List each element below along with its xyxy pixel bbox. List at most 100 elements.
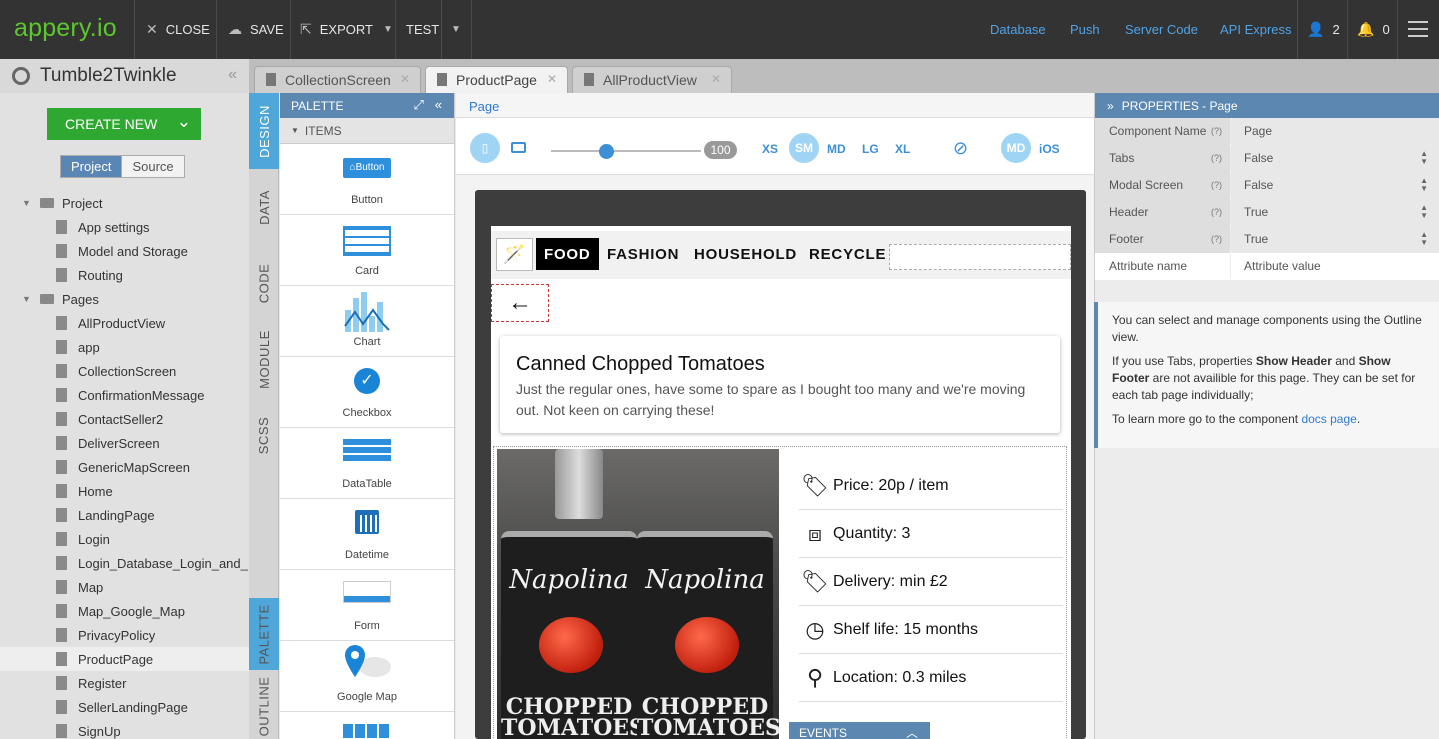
category-recycle[interactable]: RECYCLE (801, 238, 894, 270)
tab-data[interactable]: DATA (249, 169, 279, 245)
tree-item[interactable]: Routing (0, 263, 249, 287)
tree-page[interactable]: Map (0, 575, 249, 599)
close-button[interactable]: ✕ CLOSE (146, 0, 210, 59)
menu-icon[interactable] (1408, 21, 1428, 42)
zoom-slider[interactable] (551, 150, 701, 152)
phone-portrait-icon[interactable]: ▯ (470, 133, 500, 163)
palette-next-item[interactable] (280, 712, 454, 739)
tree-page[interactable]: Login (0, 527, 249, 551)
zoom-slider-handle[interactable] (599, 144, 614, 159)
tree-page[interactable]: SellerLandingPage (0, 695, 249, 719)
users-button[interactable]: 👤 2 (1307, 0, 1340, 59)
tab-palette[interactable]: PALETTE (249, 598, 279, 670)
project-settings-icon[interactable] (12, 67, 30, 85)
appery-logo[interactable]: appery.io (14, 14, 117, 43)
create-new-button[interactable]: CREATE NEW ⌄ (47, 108, 201, 140)
location-pin-icon: ⚲ (806, 664, 824, 690)
tree-page[interactable]: Login_Database_Login_and_... (0, 551, 259, 575)
tree-folder-project[interactable]: ▼ Project (0, 191, 249, 215)
select-arrows-icon[interactable]: ▲ ▼ (1420, 177, 1428, 193)
tab-scss[interactable]: SCSS (249, 397, 279, 473)
hidden-eye-icon[interactable]: ⊘ (953, 138, 968, 159)
export-button[interactable]: ⇱ EXPORT ▼ (300, 0, 393, 59)
tree-page[interactable]: app (0, 335, 249, 359)
tree-page[interactable]: ContactSeller2 (0, 407, 249, 431)
notifications-button[interactable]: 🔔 0 (1357, 0, 1390, 59)
tablet-landscape-icon[interactable] (511, 142, 526, 153)
tab-design[interactable]: DESIGN (249, 93, 279, 169)
palette-card[interactable]: Card (280, 215, 454, 286)
tree-folder-pages[interactable]: ▼ Pages (0, 287, 249, 311)
palette-checkbox[interactable]: ✓ Checkbox (280, 357, 454, 428)
mode-md-button[interactable]: MD (1001, 133, 1031, 163)
select-arrows-icon[interactable]: ▲ ▼ (1420, 204, 1428, 220)
tree-page[interactable]: GenericMapScreen (0, 455, 249, 479)
close-tab-icon[interactable]: ✕ (400, 72, 410, 86)
triangle-down-icon[interactable]: ▼ (22, 198, 31, 208)
tree-page[interactable]: SignUp (0, 719, 249, 739)
tree-page[interactable]: Map_Google_Map (0, 599, 249, 623)
category-search-input[interactable] (889, 244, 1071, 270)
palette-google-map[interactable]: Google Map (280, 641, 454, 712)
expand-icon[interactable]: ⤢ (414, 97, 424, 112)
breakpoint-md[interactable]: MD (827, 142, 846, 156)
tab-all-product-view[interactable]: AllProductView ✕ (572, 66, 732, 93)
category-fashion[interactable]: FASHION (599, 238, 687, 270)
page-icon (56, 652, 67, 666)
test-button[interactable]: TEST (406, 0, 439, 59)
tree-item[interactable]: Model and Storage (0, 239, 249, 263)
expand-right-icon[interactable]: » (1107, 99, 1114, 113)
palette-button[interactable]: ⌂Button Button (280, 144, 454, 215)
tree-page[interactable]: Register (0, 671, 249, 695)
palette-items-section[interactable]: ▼ ITEMS (280, 118, 454, 144)
tree-label: Routing (78, 267, 123, 283)
tree-page[interactable]: ProductPage (0, 647, 249, 671)
category-household[interactable]: HOUSEHOLD (686, 238, 805, 270)
tree-page[interactable]: PrivacyPolicy (0, 623, 249, 647)
tree-page[interactable]: ConfirmationMessage (0, 383, 249, 407)
test-dropdown-button[interactable]: ▼ (451, 0, 461, 59)
save-button[interactable]: ☁ SAVE (228, 0, 284, 59)
tree-page[interactable]: DeliverScreen (0, 431, 249, 455)
database-link[interactable]: Database (990, 0, 1046, 59)
push-link[interactable]: Push (1070, 0, 1100, 59)
collapse-icon[interactable]: « (435, 97, 442, 112)
tab-product-page[interactable]: ProductPage ✕ (425, 66, 568, 93)
palette-chart[interactable]: Chart (280, 286, 454, 357)
palette-form[interactable]: Form (280, 570, 454, 641)
tab-outline[interactable]: OUTLINE (249, 673, 279, 739)
close-tab-icon[interactable]: ✕ (711, 72, 721, 86)
breakpoint-sm[interactable]: SM (789, 133, 819, 163)
triangle-down-icon[interactable]: ▼ (22, 294, 31, 304)
tab-collection-screen[interactable]: CollectionScreen ✕ (254, 66, 421, 93)
server-code-link[interactable]: Server Code (1125, 0, 1198, 59)
select-arrows-icon[interactable]: ▲ ▼ (1420, 150, 1428, 166)
breakpoint-lg[interactable]: LG (862, 142, 879, 156)
docs-page-link[interactable]: docs page (1301, 412, 1356, 426)
tree-item[interactable]: App settings (0, 215, 249, 239)
events-panel[interactable]: EVENTS ︿ (789, 722, 930, 739)
palette-datatable[interactable]: DataTable (280, 428, 454, 499)
tree-page[interactable]: LandingPage (0, 503, 249, 527)
tree-page[interactable]: Home (0, 479, 249, 503)
api-express-link[interactable]: API Express (1220, 0, 1292, 59)
select-arrows-icon[interactable]: ▲ ▼ (1420, 231, 1428, 247)
collapse-left-icon[interactable]: « (228, 66, 237, 84)
close-tab-icon[interactable]: ✕ (547, 72, 557, 86)
page-icon (56, 484, 67, 498)
breakpoint-xl[interactable]: XL (895, 142, 910, 156)
back-arrow-icon[interactable]: ← (491, 284, 549, 322)
tab-code[interactable]: CODE (249, 245, 279, 321)
breakpoint-xs[interactable]: XS (762, 142, 778, 156)
palette-datetime[interactable]: Datetime (280, 499, 454, 570)
breadcrumb-page[interactable]: Page (469, 99, 499, 114)
tree-page[interactable]: AllProductView (0, 311, 249, 335)
mode-ios-button[interactable]: iOS (1039, 142, 1060, 156)
source-toggle-button[interactable]: Source (121, 156, 184, 177)
tree-page[interactable]: CollectionScreen (0, 359, 249, 383)
tab-module[interactable]: MODULE (249, 321, 279, 397)
magic-wand-icon[interactable]: 🪄 (496, 238, 533, 271)
project-toggle-button[interactable]: Project (61, 156, 122, 177)
settings-file-icon (56, 244, 67, 258)
category-food[interactable]: FOOD (536, 238, 599, 270)
